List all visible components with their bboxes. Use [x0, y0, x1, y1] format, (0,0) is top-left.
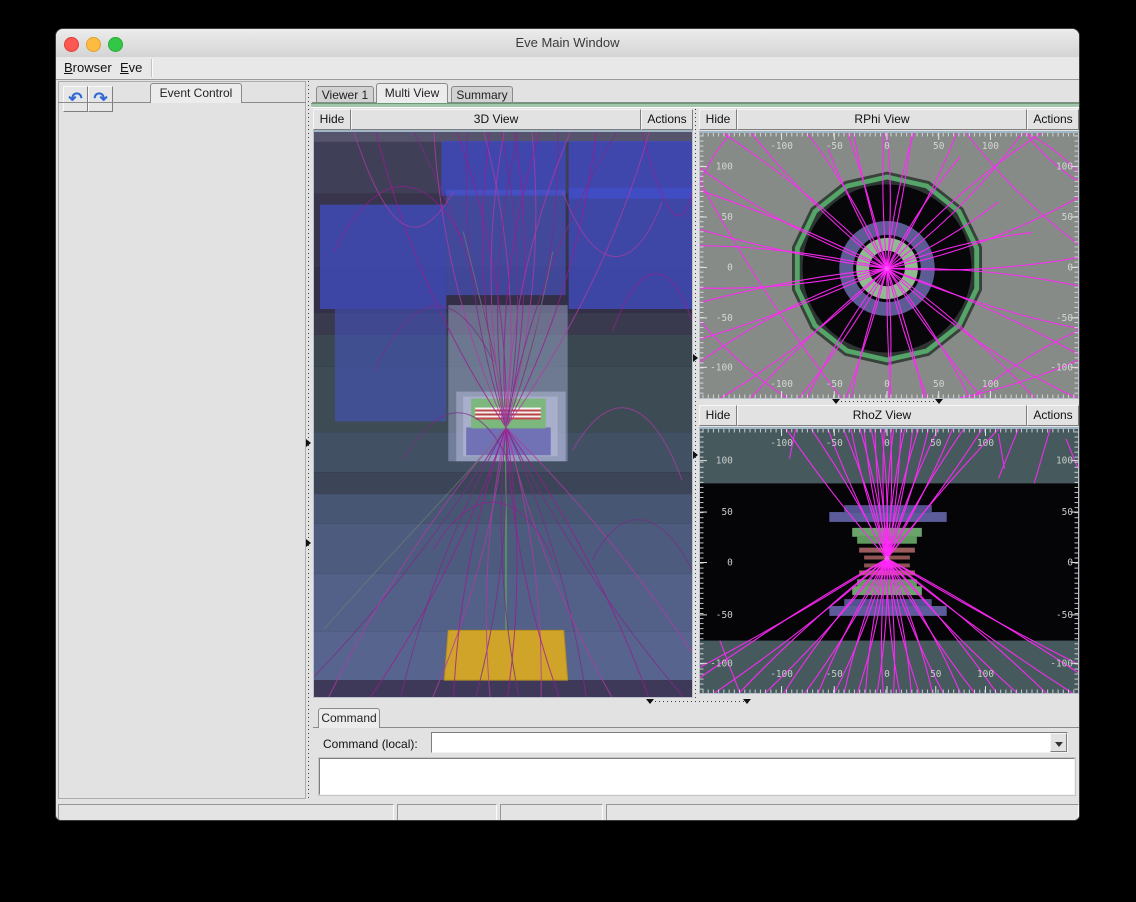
- rhoz-viewport[interactable]: -100 -100 -50 -50 0 0 50 50 100 100 100 100 50 50 0 0 -5…: [699, 427, 1079, 694]
- splitter-arrow-icon: [832, 399, 840, 404]
- axis-label: -100: [770, 379, 793, 390]
- next-event-button[interactable]: ↷: [88, 86, 113, 112]
- statusbar: [56, 803, 1079, 821]
- 3d-viewport[interactable]: [313, 130, 693, 698]
- axis-label: 0: [884, 438, 890, 449]
- axis-label: -50: [1056, 313, 1073, 324]
- splitter-arrow-icon: [646, 699, 654, 704]
- window-title: Eve Main Window: [56, 29, 1079, 57]
- axis-label: -50: [716, 610, 733, 621]
- axis-label: 50: [1062, 507, 1074, 518]
- 3d-view-header: Hide 3D View Actions: [313, 109, 693, 130]
- axis-label: 0: [727, 262, 733, 273]
- command-output[interactable]: [319, 758, 1075, 795]
- axis-label: -100: [770, 141, 793, 152]
- axis-label: 50: [721, 212, 733, 223]
- rhoz-scene: -100 -100 -50 -50 0 0 50 50 100 100 100 100 50 50 0 0 -5…: [700, 429, 1078, 693]
- 3d-view-title: 3D View: [351, 109, 641, 130]
- rphi-scene: -100 -100 -50 -50 0 0 50 50 100 100 100 100 50 50 0 0 -5…: [700, 133, 1078, 398]
- axis-label: -100: [1050, 658, 1073, 669]
- splitter-arrow-icon: [693, 354, 698, 362]
- axis-label: -100: [770, 438, 793, 449]
- axis-label: 100: [1056, 456, 1073, 467]
- menubar: Browser Eve: [56, 57, 1079, 80]
- splitter-arrow-icon: [306, 539, 311, 547]
- axis-label: 50: [933, 141, 945, 152]
- command-dropdown-button[interactable]: [1050, 733, 1067, 752]
- window-titlebar[interactable]: Eve Main Window: [56, 29, 1079, 58]
- rphi-hide-button[interactable]: Hide: [699, 109, 737, 130]
- 3d-actions-button[interactable]: Actions: [641, 109, 693, 130]
- menu-browser[interactable]: Browser: [60, 57, 116, 79]
- command-input[interactable]: [434, 734, 1051, 751]
- next-event-icon: ↷: [93, 89, 107, 108]
- axis-label: 50: [933, 379, 945, 390]
- previous-event-button[interactable]: ↶: [63, 86, 88, 112]
- axis-label: -50: [716, 313, 733, 324]
- rhoz-actions-button[interactable]: Actions: [1027, 405, 1079, 426]
- axis-label: -50: [826, 379, 843, 390]
- splitter-arrow-icon: [935, 399, 943, 404]
- eve-main-window: Eve Main Window Browser Eve Eve Files Ev…: [55, 28, 1080, 821]
- menubar-separator: [151, 59, 152, 77]
- command-splitter[interactable]: [313, 699, 1079, 705]
- desktop-background: Eve Main Window Browser Eve Eve Files Ev…: [0, 0, 1136, 902]
- command-local-label: Command (local):: [323, 737, 418, 751]
- calorimeter-block: [444, 630, 567, 680]
- rhoz-hide-button[interactable]: Hide: [699, 405, 737, 426]
- axis-label: 100: [1056, 162, 1073, 173]
- axis-label: 0: [884, 379, 890, 390]
- axis-label: -50: [826, 141, 843, 152]
- axis-label: 100: [977, 669, 994, 680]
- status-cell: [500, 804, 603, 821]
- event-control-panel: ↶ ↷: [58, 81, 306, 799]
- tab-viewer-1[interactable]: Viewer 1: [316, 86, 374, 103]
- tab-summary[interactable]: Summary: [451, 86, 513, 103]
- axis-label: 100: [977, 438, 994, 449]
- axis-label: -100: [1050, 362, 1073, 373]
- menu-eve[interactable]: Eve: [116, 57, 146, 79]
- rhoz-view-header: Hide RhoZ View Actions: [699, 405, 1079, 426]
- tab-event-control[interactable]: Event Control: [150, 83, 242, 103]
- splitter-arrow-icon: [693, 451, 698, 459]
- axis-label: 0: [884, 141, 890, 152]
- axis-label: 0: [727, 557, 733, 568]
- axis-label: 100: [716, 456, 733, 467]
- dock-highlight-strip: [311, 103, 1079, 108]
- tab-multi-view[interactable]: Multi View: [376, 83, 448, 103]
- axis-label: -100: [710, 658, 733, 669]
- splitter-arrow-icon: [743, 699, 751, 704]
- rphi-actions-button[interactable]: Actions: [1027, 109, 1079, 130]
- axis-label: 50: [930, 669, 942, 680]
- 3d-scene: [314, 132, 692, 697]
- status-cell: [397, 804, 497, 821]
- axis-label: -50: [826, 669, 843, 680]
- axis-label: 50: [721, 507, 733, 518]
- previous-event-icon: ↶: [68, 89, 82, 108]
- axis-label: 0: [884, 669, 890, 680]
- command-tabline: [313, 727, 1079, 728]
- status-cell: [606, 804, 1079, 821]
- rphi-view-title: RPhi View: [737, 109, 1027, 130]
- command-combobox: [431, 732, 1068, 753]
- status-cell: [58, 804, 394, 821]
- axis-label: -100: [770, 669, 793, 680]
- rphi-view-header: Hide RPhi View Actions: [699, 109, 1079, 130]
- tab-command[interactable]: Command: [318, 708, 380, 728]
- axis-label: 100: [716, 162, 733, 173]
- axis-label: 100: [982, 141, 999, 152]
- axis-label: -50: [1056, 610, 1073, 621]
- axis-label: 50: [1062, 212, 1074, 223]
- browser-splitter[interactable]: [306, 81, 312, 799]
- 3d-hide-button[interactable]: Hide: [313, 109, 351, 130]
- rhoz-view-title: RhoZ View: [737, 405, 1027, 426]
- axis-label: -50: [826, 438, 843, 449]
- splitter-arrow-icon: [306, 439, 311, 447]
- axis-label: 100: [982, 379, 999, 390]
- axis-label: 0: [1067, 262, 1073, 273]
- axis-label: -100: [710, 362, 733, 373]
- rphi-viewport[interactable]: -100 -100 -50 -50 0 0 50 50 100 100 100 100 50 50 0 0 -5…: [699, 131, 1079, 399]
- axis-label: 50: [930, 438, 942, 449]
- axis-label: 0: [1067, 557, 1073, 568]
